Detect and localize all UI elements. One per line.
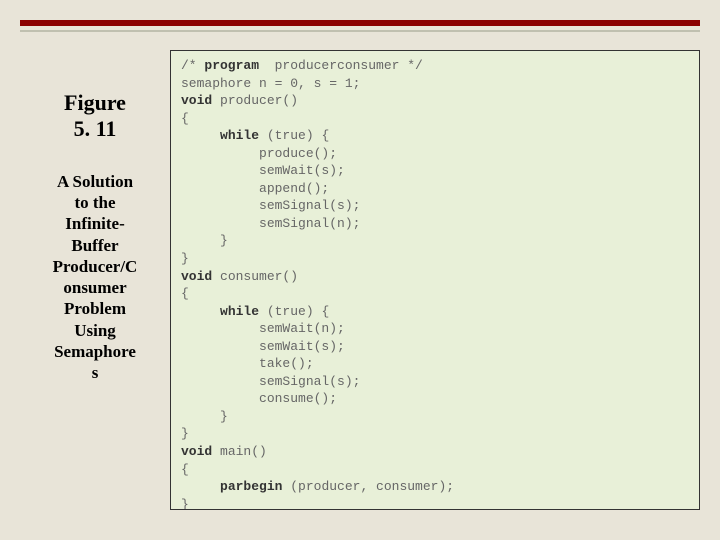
keyword: while xyxy=(220,304,259,319)
code-text: semWait(n); xyxy=(181,321,345,336)
code-text: { xyxy=(181,111,189,126)
code-text: producerconsumer */ xyxy=(259,58,423,73)
caption-line: Problem xyxy=(64,299,126,318)
code-text: (producer, consumer); xyxy=(282,479,454,494)
code-text: } xyxy=(181,497,189,510)
figure-label: Figure 5. 11 xyxy=(30,90,160,143)
code-text: producer() xyxy=(220,93,298,108)
keyword: void xyxy=(181,269,220,284)
keyword: while xyxy=(220,128,259,143)
code-text xyxy=(181,479,220,494)
figure-label-line1: Figure xyxy=(64,90,126,115)
caption-line: Using xyxy=(74,321,116,340)
code-text: main() xyxy=(220,444,267,459)
keyword: parbegin xyxy=(220,479,282,494)
slide-top-border xyxy=(20,20,700,26)
code-text: (true) { xyxy=(259,128,329,143)
code-text: produce(); xyxy=(181,146,337,161)
code-text: semWait(s); xyxy=(181,339,345,354)
code-text xyxy=(181,128,220,143)
code-text: } xyxy=(181,251,189,266)
caption-line: s xyxy=(92,363,99,382)
code-text xyxy=(181,304,220,319)
left-column: Figure 5. 11 A Solution to the Infinite-… xyxy=(20,50,170,510)
code-panel: /* program producerconsumer */ semaphore… xyxy=(170,50,700,510)
caption-line: Semaphore xyxy=(54,342,136,361)
code-text: semWait(s); xyxy=(181,163,345,178)
caption-line: to the xyxy=(74,193,115,212)
code-text: /* xyxy=(181,58,204,73)
code-text: { xyxy=(181,286,189,301)
code-text: semSignal(s); xyxy=(181,198,360,213)
code-text: { xyxy=(181,462,189,477)
keyword: void xyxy=(181,93,220,108)
code-text: (true) { xyxy=(259,304,329,319)
caption-line: onsumer xyxy=(63,278,126,297)
caption-line: A Solution xyxy=(57,172,133,191)
slide-content: Figure 5. 11 A Solution to the Infinite-… xyxy=(20,50,700,510)
code-text: } xyxy=(181,426,189,441)
code-text: } xyxy=(181,409,228,424)
caption-line: Producer/C xyxy=(53,257,138,276)
keyword: void xyxy=(181,444,220,459)
caption-line: Buffer xyxy=(71,236,118,255)
code-text: semSignal(s); xyxy=(181,374,360,389)
keyword: program xyxy=(204,58,259,73)
code-text: semaphore n = 0, s = 1; xyxy=(181,76,360,91)
figure-caption: A Solution to the Infinite- Buffer Produ… xyxy=(30,171,160,384)
caption-line: Infinite- xyxy=(65,214,125,233)
code-text: } xyxy=(181,233,228,248)
slide-accent-line xyxy=(20,30,700,32)
code-text: append(); xyxy=(181,181,329,196)
code-text: consumer() xyxy=(220,269,298,284)
code-text: take(); xyxy=(181,356,314,371)
figure-label-line2: 5. 11 xyxy=(74,116,117,141)
code-text: semSignal(n); xyxy=(181,216,360,231)
code-text: consume(); xyxy=(181,391,337,406)
